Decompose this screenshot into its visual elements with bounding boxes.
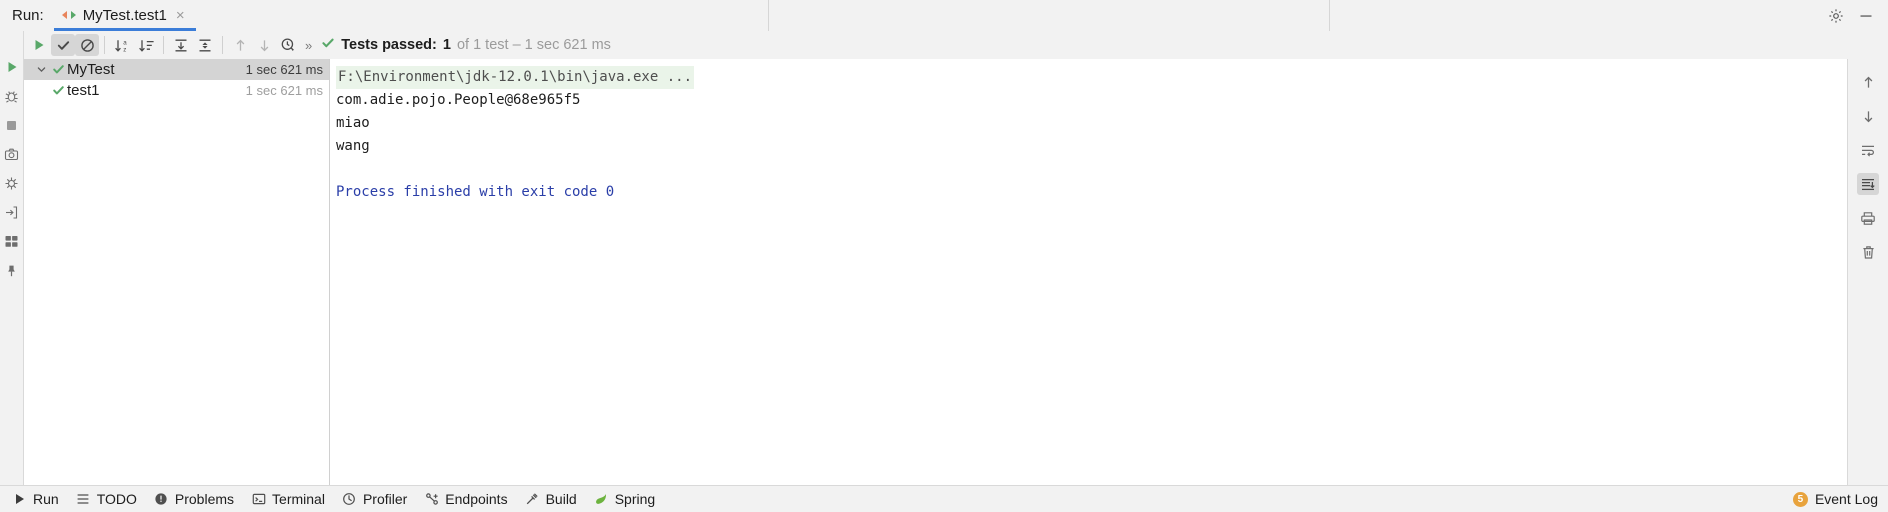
svg-text:z: z bbox=[123, 46, 126, 53]
thread-dump-icon[interactable] bbox=[4, 175, 20, 191]
close-icon[interactable]: × bbox=[174, 8, 187, 23]
trash-icon[interactable] bbox=[1857, 241, 1879, 263]
print-icon[interactable] bbox=[1857, 207, 1879, 229]
build-hammer-icon bbox=[525, 492, 540, 507]
status-detail: of 1 test – 1 sec 621 ms bbox=[456, 37, 611, 53]
event-log-button[interactable]: 5 Event Log bbox=[1792, 491, 1878, 507]
console-line: wang bbox=[336, 138, 370, 154]
run-content: a z » Tests passed: 1 of 1 test – 1 sec … bbox=[0, 31, 1888, 485]
console-line: com.adie.pojo.People@68e965f5 bbox=[336, 92, 581, 108]
test-name: MyTest bbox=[67, 61, 115, 78]
test-name: test1 bbox=[67, 82, 100, 99]
status-bar-item-todo[interactable]: TODO bbox=[70, 491, 148, 507]
divider bbox=[222, 36, 223, 54]
status-bar-item-spring[interactable]: Spring bbox=[588, 491, 666, 507]
toolbar-overflow-button[interactable]: » bbox=[300, 38, 319, 53]
status-bar-label: Run bbox=[33, 491, 59, 507]
status-bar-item-terminal[interactable]: Terminal bbox=[245, 491, 336, 507]
status-bar-item-problems[interactable]: Problems bbox=[148, 491, 245, 507]
status-bar-label: Endpoints bbox=[445, 491, 508, 507]
scroll-up-icon[interactable] bbox=[1857, 71, 1879, 93]
camera-icon[interactable] bbox=[4, 146, 20, 162]
status-passed-count: 1 bbox=[442, 37, 451, 53]
status-bar-item-endpoints[interactable]: Endpoints bbox=[418, 491, 518, 507]
left-action-strip bbox=[0, 31, 24, 485]
console-line: miao bbox=[336, 115, 370, 131]
console-output[interactable]: F:\Environment\jdk-12.0.1\bin\java.exe .… bbox=[330, 59, 1847, 485]
test-status-summary: Tests passed: 1 of 1 test – 1 sec 621 ms bbox=[321, 36, 611, 54]
check-icon bbox=[49, 84, 67, 97]
chevron-down-icon[interactable] bbox=[34, 64, 49, 75]
test-duration: 1 sec 621 ms bbox=[245, 62, 323, 77]
status-bar: Run TODO Problems Terminal Profiler Endp… bbox=[0, 485, 1888, 512]
scroll-to-end-icon[interactable] bbox=[1857, 173, 1879, 195]
test-tree[interactable]: MyTest 1 sec 621 ms test1 1 sec 621 ms bbox=[24, 59, 330, 485]
test-history-button[interactable] bbox=[276, 34, 300, 56]
sort-by-duration-button[interactable] bbox=[134, 34, 158, 56]
divider bbox=[1329, 0, 1330, 31]
show-passed-button[interactable] bbox=[51, 34, 75, 56]
divider bbox=[768, 0, 769, 31]
sort-alphabetically-button[interactable]: a z bbox=[110, 34, 134, 56]
status-passed-label: Tests passed: bbox=[341, 37, 437, 53]
panes: MyTest 1 sec 621 ms test1 1 sec 621 ms F… bbox=[24, 59, 1888, 485]
status-bar-item-build[interactable]: Build bbox=[519, 491, 588, 507]
profiler-icon bbox=[342, 492, 357, 507]
show-ignored-button[interactable] bbox=[75, 34, 99, 56]
run-icon[interactable] bbox=[4, 59, 20, 75]
console-line-command: F:\Environment\jdk-12.0.1\bin\java.exe .… bbox=[336, 66, 695, 89]
run-tab-bar: Run: MyTest.test1 × bbox=[0, 0, 1888, 31]
table-row[interactable]: test1 1 sec 621 ms bbox=[24, 80, 329, 101]
divider bbox=[163, 36, 164, 54]
previous-failed-button[interactable] bbox=[228, 34, 252, 56]
terminal-icon bbox=[251, 492, 266, 507]
console-action-strip bbox=[1847, 59, 1888, 485]
endpoints-icon bbox=[424, 492, 439, 507]
run-tool-window: Run: MyTest.test1 × a z » Tests passed: … bbox=[0, 0, 1888, 512]
scroll-down-icon[interactable] bbox=[1857, 105, 1879, 127]
layout-icon[interactable] bbox=[4, 233, 20, 249]
status-bar-item-run[interactable]: Run bbox=[6, 491, 70, 507]
spring-leaf-icon bbox=[594, 492, 609, 507]
center-column: a z » Tests passed: 1 of 1 test – 1 sec … bbox=[24, 31, 1888, 485]
debug-icon[interactable] bbox=[4, 88, 20, 104]
divider bbox=[104, 36, 105, 54]
status-bar-label: TODO bbox=[96, 491, 137, 507]
minimize-icon[interactable] bbox=[1858, 8, 1874, 24]
pin-icon[interactable] bbox=[4, 262, 20, 278]
stop-icon[interactable] bbox=[4, 117, 20, 133]
run-label: Run: bbox=[12, 7, 44, 24]
test-duration: 1 sec 621 ms bbox=[245, 83, 323, 98]
status-bar-label: Problems bbox=[174, 491, 235, 507]
tab-title: MyTest.test1 bbox=[82, 7, 167, 24]
collapse-all-button[interactable] bbox=[193, 34, 217, 56]
problems-icon bbox=[154, 492, 169, 507]
check-icon bbox=[49, 63, 67, 76]
test-toolbar: a z » Tests passed: 1 of 1 test – 1 sec … bbox=[24, 31, 1888, 59]
export-icon[interactable] bbox=[4, 204, 20, 220]
status-bar-item-profiler[interactable]: Profiler bbox=[336, 491, 418, 507]
check-icon bbox=[321, 36, 335, 54]
run-triangle-icon bbox=[12, 492, 27, 507]
tab-mytest-test1[interactable]: MyTest.test1 × bbox=[53, 0, 196, 31]
console-line-exit: Process finished with exit code 0 bbox=[336, 184, 615, 200]
status-bar-label: Profiler bbox=[362, 491, 408, 507]
expand-all-button[interactable] bbox=[169, 34, 193, 56]
status-badge: 5 bbox=[1792, 491, 1808, 507]
window-controls bbox=[1828, 8, 1888, 24]
status-bar-label: Spring bbox=[614, 491, 656, 507]
gear-icon[interactable] bbox=[1828, 8, 1844, 24]
status-bar-label: Terminal bbox=[272, 491, 325, 507]
table-row[interactable]: MyTest 1 sec 621 ms bbox=[24, 59, 329, 80]
rerun-arrows-icon bbox=[61, 9, 76, 22]
next-failed-button[interactable] bbox=[252, 34, 276, 56]
todo-list-icon bbox=[76, 492, 91, 507]
status-bar-label: Build bbox=[545, 491, 577, 507]
rerun-button[interactable] bbox=[27, 34, 51, 56]
soft-wrap-icon[interactable] bbox=[1857, 139, 1879, 161]
event-log-label: Event Log bbox=[1814, 491, 1878, 507]
